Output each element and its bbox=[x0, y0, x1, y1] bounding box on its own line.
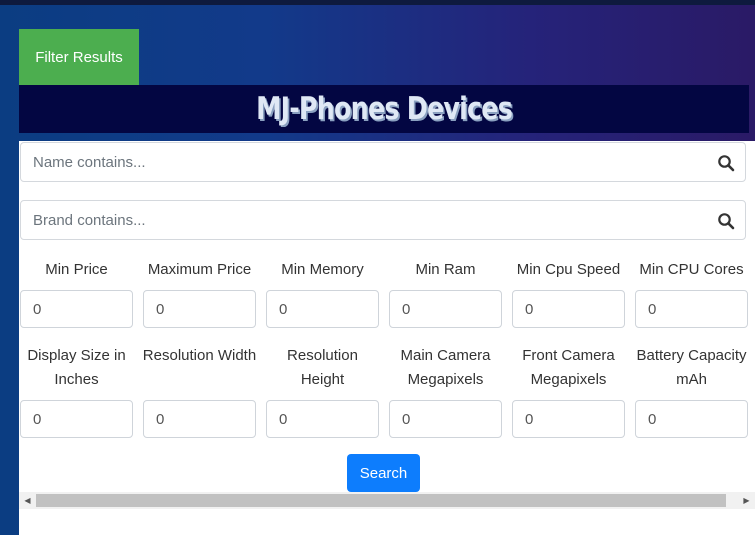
title-banner: MJ-Phones Devices bbox=[19, 85, 749, 133]
min-ram-input[interactable] bbox=[389, 290, 502, 328]
main-camera-input[interactable] bbox=[389, 400, 502, 438]
horizontal-scrollbar[interactable]: ◀ ▶ bbox=[19, 492, 755, 509]
min-price-label: Min Price bbox=[45, 261, 108, 278]
front-camera-input[interactable] bbox=[512, 400, 625, 438]
filter-panel: Min Price Maximum Price Min Memory Min R… bbox=[19, 141, 755, 535]
max-price-input[interactable] bbox=[143, 290, 256, 328]
resolution-width-input[interactable] bbox=[143, 400, 256, 438]
display-size-label: Display Size in Inches bbox=[27, 347, 126, 388]
resolution-height-label: Resolution Height bbox=[287, 347, 358, 388]
max-price-label: Maximum Price bbox=[147, 261, 252, 278]
min-price-input[interactable] bbox=[20, 290, 133, 328]
min-cpu-cores-input[interactable] bbox=[635, 290, 748, 328]
search-button[interactable]: Search bbox=[347, 454, 420, 492]
filter-results-button[interactable]: Filter Results bbox=[19, 29, 139, 85]
front-camera-label: Front Camera Megapixels bbox=[522, 347, 615, 388]
main-camera-label: Main Camera Megapixels bbox=[400, 347, 491, 388]
min-memory-input[interactable] bbox=[266, 290, 379, 328]
min-ram-label: Min Ram bbox=[415, 261, 476, 278]
top-bar bbox=[0, 0, 755, 5]
brand-search-input[interactable] bbox=[21, 201, 725, 239]
name-search-row bbox=[20, 142, 746, 182]
search-icon[interactable] bbox=[717, 154, 735, 172]
page-title: MJ-Phones Devices bbox=[256, 91, 513, 127]
scroll-left-arrow-icon[interactable]: ◀ bbox=[19, 492, 36, 509]
min-cpu-speed-label: Min Cpu Speed bbox=[516, 261, 621, 278]
min-cpu-speed-input[interactable] bbox=[512, 290, 625, 328]
resolution-height-input[interactable] bbox=[266, 400, 379, 438]
brand-search-row bbox=[20, 200, 746, 240]
search-icon[interactable] bbox=[717, 212, 735, 230]
min-memory-label: Min Memory bbox=[281, 261, 364, 278]
battery-capacity-label: Battery Capacity mAh bbox=[636, 347, 747, 388]
scroll-thumb[interactable] bbox=[36, 494, 726, 507]
min-cpu-cores-label: Min CPU Cores bbox=[639, 261, 744, 278]
resolution-width-label: Resolution Width bbox=[142, 347, 257, 364]
battery-capacity-input[interactable] bbox=[635, 400, 748, 438]
name-search-input[interactable] bbox=[21, 143, 725, 181]
display-size-input[interactable] bbox=[20, 400, 133, 438]
scroll-right-arrow-icon[interactable]: ▶ bbox=[738, 492, 755, 509]
